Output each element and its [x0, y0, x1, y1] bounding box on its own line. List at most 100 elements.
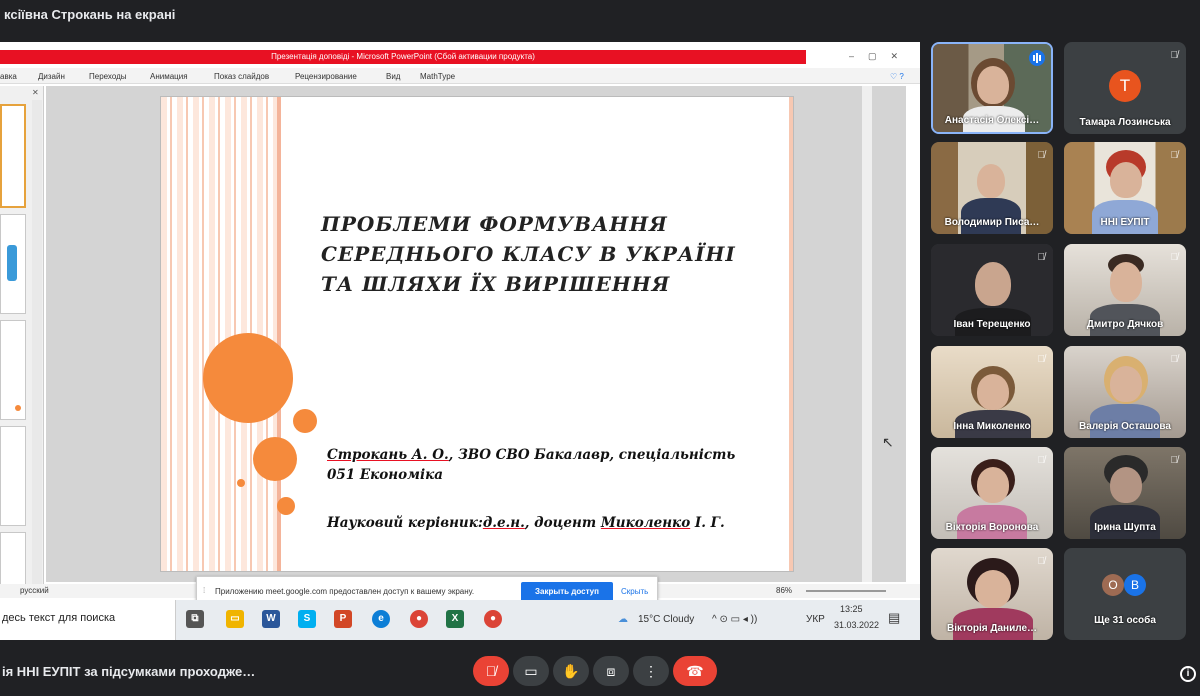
mic-off-icon: 🎙̸ — [1037, 556, 1046, 567]
more-participants-label: Ще 31 особа — [1094, 615, 1156, 626]
presenter-banner: ксіївна Строкань на екрані — [4, 7, 176, 22]
more-participants-tile[interactable]: O B Ще 31 особа — [1064, 548, 1186, 640]
slide-thumbnail[interactable] — [0, 320, 26, 420]
participant-tile[interactable]: 🎙̸ ННІ ЕУПІТ — [1064, 142, 1186, 234]
thumbnail-scrollbar[interactable] — [32, 100, 42, 586]
clock-time[interactable]: 13:25 — [840, 604, 863, 614]
clock-date[interactable]: 31.03.2022 — [834, 620, 879, 630]
mic-off-icon: 🎙̸ — [1037, 354, 1046, 365]
slide-title-line: СЕРЕДНЬОГО КЛАСУ В УКРАЇНІ — [321, 242, 736, 266]
participant-name: ННІ ЕУПІТ — [1100, 217, 1150, 228]
ribbon-tab[interactable]: Рецензирование — [295, 72, 357, 81]
taskbar-search[interactable]: десь текст для поиска — [0, 600, 176, 640]
share-message: Приложению meet.google.com предоставлен … — [215, 587, 475, 596]
participant-name: Анастасія Олексі… — [944, 115, 1040, 126]
participant-name: Інна Миколенко — [953, 421, 1031, 432]
edge-icon[interactable]: e — [372, 610, 390, 628]
participant-tile[interactable]: 🎙̸ Вікторія Воронова — [931, 447, 1053, 539]
keyboard-language[interactable]: УКР — [806, 614, 825, 625]
mic-off-button[interactable]: 🎙̸ — [473, 656, 509, 686]
task-view-icon[interactable]: ⧉ — [186, 610, 204, 628]
close-pane-icon[interactable]: ✕ — [32, 88, 39, 97]
supervisor-initials: І. Г. — [690, 515, 725, 531]
mic-off-icon: 🎙̸ — [1170, 455, 1179, 466]
avatar: B — [1124, 574, 1146, 596]
author-specialty: 051 Економіка — [327, 467, 444, 483]
ribbon-tab[interactable]: Дизайн — [38, 72, 65, 81]
info-icon[interactable]: i — [1180, 666, 1196, 682]
ribbon-tab[interactable]: авка — [0, 72, 17, 81]
stop-sharing-button[interactable]: Закрыть доступ — [521, 582, 613, 602]
decor-circle — [293, 409, 317, 433]
status-language: русский — [20, 586, 49, 595]
excel-icon[interactable]: X — [446, 610, 464, 628]
ribbon-tab[interactable]: Анимация — [150, 72, 188, 81]
raise-hand-button[interactable]: ✋ — [553, 656, 589, 686]
chrome-icon[interactable]: ● — [484, 610, 502, 628]
drag-handle-icon[interactable]: ⁞ — [203, 586, 205, 595]
participant-name: Валерія Осташова — [1079, 421, 1171, 432]
slide-title: ПРОБЛЕМИ ФОРМУВАННЯ СЕРЕДНЬОГО КЛАСУ В У… — [321, 209, 761, 299]
participant-tile[interactable]: 🎙̸ Дмитро Дячков — [1064, 244, 1186, 336]
help-icon[interactable]: ♡ ? — [890, 72, 904, 81]
participant-name: Іван Терещенко — [953, 319, 1031, 330]
participant-tile[interactable]: Анастасія Олексі… — [931, 42, 1053, 134]
ribbon-tab[interactable]: Показ слайдов — [214, 72, 269, 81]
end-call-button[interactable]: ☎ — [673, 656, 717, 686]
notification-icon[interactable]: ▤ — [888, 610, 900, 626]
participant-name: Ірина Шупта — [1094, 522, 1156, 533]
participant-tile[interactable]: 🎙̸ Вікторія Даниле… — [931, 548, 1053, 640]
ribbon-tab[interactable]: MathType — [420, 72, 455, 81]
participant-tile[interactable]: 🎙̸ Валерія Осташова — [1064, 346, 1186, 438]
more-options-button[interactable]: ⋮ — [633, 656, 669, 686]
slide-thumbnail[interactable] — [0, 104, 26, 208]
word-icon[interactable]: W — [262, 610, 280, 628]
weather-text[interactable]: 15°C Cloudy — [638, 614, 694, 625]
skype-icon[interactable]: S — [298, 610, 316, 628]
camera-button[interactable]: ▭ — [513, 656, 549, 686]
avatar: O — [1102, 574, 1124, 596]
slide-thumbnail[interactable] — [0, 214, 26, 314]
present-screen-button[interactable]: ⧈ — [593, 656, 629, 686]
supervisor-name: Миколенко — [600, 515, 691, 531]
shared-screen: Презентація доповіді - Microsoft PowerPo… — [0, 42, 920, 640]
file-explorer-icon[interactable]: ▭ — [226, 610, 244, 628]
powerpoint-icon[interactable]: P — [334, 610, 352, 628]
decor-circle — [237, 479, 245, 487]
supervisor-prefix: Науковий керівник: — [327, 515, 483, 531]
participant-name: Володимир Писа… — [944, 217, 1040, 228]
slide: ПРОБЛЕМИ ФОРМУВАННЯ СЕРЕДНЬОГО КЛАСУ В У… — [160, 96, 794, 572]
mic-off-icon: 🎙̸ — [1037, 252, 1046, 263]
participant-name: Тамара Лозинська — [1079, 117, 1171, 128]
participant-tile[interactable]: 🎙̸ Іван Терещенко — [931, 244, 1053, 336]
tray-icons[interactable]: ^ ⊙ ▭ ◂ )) — [712, 614, 757, 625]
mic-off-icon: 🎙̸ — [1037, 150, 1046, 161]
zoom-slider[interactable] — [806, 590, 886, 592]
decor-circle — [203, 333, 293, 423]
slide-thumbnail[interactable] — [0, 426, 26, 526]
avatar: T — [1109, 70, 1141, 102]
supervisor-degree: д.е.н. — [482, 515, 525, 531]
participant-tile[interactable]: 🎙̸ Інна Миколенко — [931, 346, 1053, 438]
participant-tile[interactable]: 🎙̸ Володимир Писа… — [931, 142, 1053, 234]
participant-tile[interactable]: 🎙̸ Ірина Шупта — [1064, 447, 1186, 539]
window-controls[interactable]: –▢✕ — [849, 51, 912, 62]
meeting-title: ія ННІ ЕУПІТ за підсумками проходже… — [2, 664, 256, 679]
slide-thumbnail[interactable] — [0, 532, 26, 588]
participant-name: Дмитро Дячков — [1086, 319, 1164, 330]
ribbon-tab[interactable]: Вид — [386, 72, 400, 81]
mic-off-icon: 🎙̸ — [1170, 50, 1179, 61]
ribbon-tabs: авка Дизайн Переходы Анимация Показ слай… — [0, 68, 920, 84]
mic-off-icon: 🎙̸ — [1037, 455, 1046, 466]
powerpoint-title-bar: Презентація доповіді - Microsoft PowerPo… — [0, 50, 806, 64]
chrome-icon[interactable]: ● — [410, 610, 428, 628]
zoom-level: 86% — [776, 586, 793, 595]
top-bar: ксіївна Строкань на екрані — [0, 0, 1200, 30]
slide-scrollbar[interactable] — [862, 86, 872, 582]
hide-button[interactable]: Скрыть — [621, 587, 648, 596]
ribbon-tab[interactable]: Переходы — [89, 72, 127, 81]
participant-tile[interactable]: 🎙̸ T Тамара Лозинська — [1064, 42, 1186, 134]
slide-author: Строкань А. О., ЗВО СВО Бакалавр, спеціа… — [327, 445, 787, 485]
decor-circle — [277, 497, 295, 515]
mouse-cursor-icon: ↖ — [882, 434, 894, 450]
